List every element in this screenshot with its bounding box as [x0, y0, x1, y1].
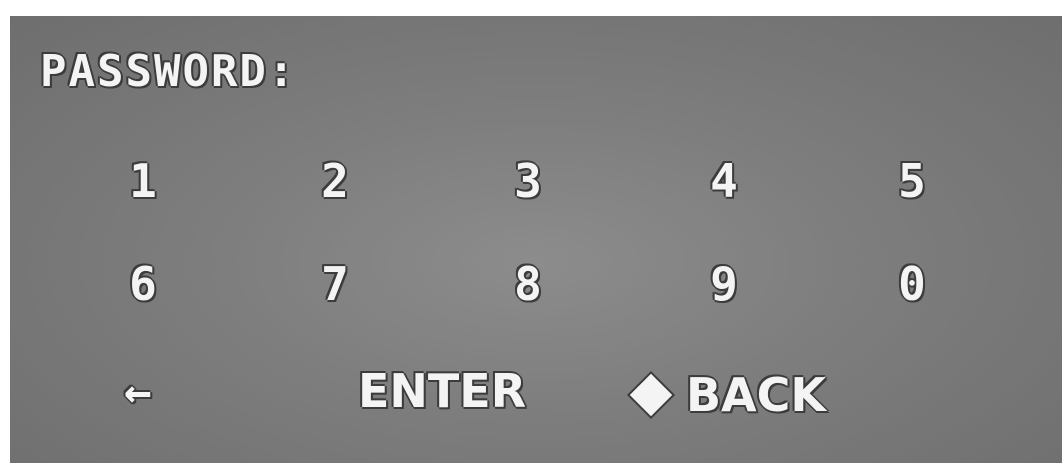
key-7[interactable]: 7: [305, 261, 365, 307]
left-arrow-icon: ←: [124, 364, 152, 418]
top-caption-strip: [0, 0, 1062, 16]
key-2[interactable]: 2: [305, 158, 365, 204]
osd-password-screen: PASSWORD: 1 2 3 4 5 6 7 8 9 0 ← ENTER BA…: [10, 16, 1062, 463]
key-4[interactable]: 4: [694, 158, 754, 204]
key-0[interactable]: 0: [882, 261, 942, 307]
key-9[interactable]: 9: [694, 261, 754, 307]
key-8[interactable]: 8: [498, 261, 558, 307]
key-3[interactable]: 3: [498, 158, 558, 204]
password-title: PASSWORD:: [40, 46, 297, 97]
key-1[interactable]: 1: [113, 158, 173, 204]
diamond-icon: [629, 373, 673, 417]
key-5[interactable]: 5: [882, 158, 942, 204]
backspace-button[interactable]: ←: [124, 368, 152, 414]
back-button[interactable]: BACK: [626, 368, 826, 422]
key-6[interactable]: 6: [113, 261, 173, 307]
back-label: BACK: [686, 368, 827, 422]
enter-button[interactable]: ENTER: [358, 368, 526, 414]
